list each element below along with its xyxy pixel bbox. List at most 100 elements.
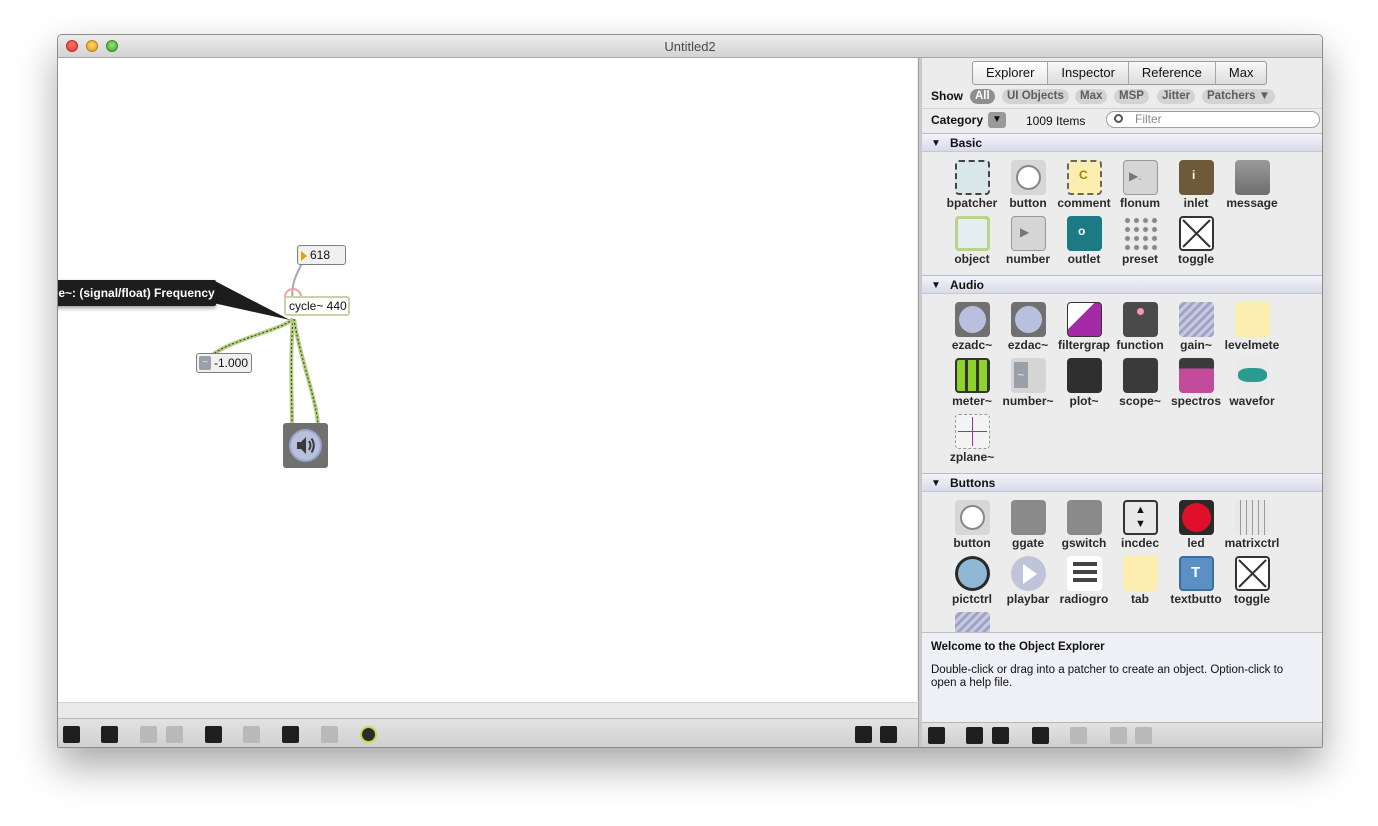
object-tile[interactable]: ~ number~ xyxy=(1000,357,1056,413)
show-label: Show xyxy=(931,89,963,103)
object-tile[interactable]: pictctrl xyxy=(944,555,1000,611)
object-tile[interactable]: scope~ xyxy=(1112,357,1168,413)
object-tile[interactable]: matrixctrl xyxy=(1224,499,1280,555)
audio-on-icon[interactable] xyxy=(360,726,377,743)
object-tile[interactable]: ▲ ▼ incdec xyxy=(1112,499,1168,555)
object-tile[interactable]: bpatcher xyxy=(944,159,1000,215)
object-tile[interactable]: gain~ xyxy=(1168,301,1224,357)
number-box-value: 618 xyxy=(310,248,331,262)
object-tile[interactable]: preset xyxy=(1112,215,1168,271)
horizontal-scrollbar[interactable] xyxy=(58,702,917,718)
object-tile[interactable]: function xyxy=(1112,301,1168,357)
object-tile-label: textbutto xyxy=(1170,592,1222,606)
object-tile[interactable]: button xyxy=(1000,159,1056,215)
number-box[interactable]: 618 xyxy=(297,245,346,265)
presentation-icon[interactable] xyxy=(205,726,222,743)
filter-max-button[interactable]: Max xyxy=(1075,89,1108,104)
object-tile[interactable]: radiogro xyxy=(1056,555,1112,611)
object-tile[interactable]: meter~ xyxy=(944,357,1000,413)
disclosure-triangle-icon: ▼ xyxy=(931,138,941,149)
patcher-canvas[interactable]: 618 cycle~ 440 ~ -1.000 cycle~: (signal/… xyxy=(58,58,917,702)
object-tile[interactable]: filtergrap xyxy=(1056,301,1112,357)
object-tile[interactable]: playbar xyxy=(1000,555,1056,611)
object-tile-label: led xyxy=(1187,536,1205,550)
section-basic-title: Basic xyxy=(950,136,983,150)
object-tile[interactable] xyxy=(944,611,1000,632)
object-tile[interactable]: led xyxy=(1168,499,1224,555)
patcher-window: Untitled2 618 cycle~ 440 ~ -1.000 le~: (… xyxy=(57,34,1323,748)
icon-view-icon[interactable] xyxy=(966,727,983,744)
object-tile[interactable]: zplane~ xyxy=(944,413,1000,469)
object-icon xyxy=(955,216,990,251)
gain-icon xyxy=(1179,302,1214,337)
object-tile[interactable]: ggate xyxy=(1000,499,1056,555)
menu-icon[interactable] xyxy=(1135,727,1152,744)
lock-icon[interactable] xyxy=(63,726,80,743)
object-tile-label: button xyxy=(1009,196,1047,210)
tab-inspector[interactable]: Inspector xyxy=(1048,62,1129,84)
object-tile[interactable]: toggle xyxy=(1168,215,1224,271)
new-object-icon[interactable] xyxy=(101,726,118,743)
object-tile[interactable]: i inlet xyxy=(1168,159,1224,215)
object-tile-label: levelmete xyxy=(1224,338,1280,352)
filter-ui-objects-button[interactable]: UI Objects xyxy=(1002,89,1069,104)
delete-icon[interactable] xyxy=(166,726,183,743)
object-tile-label: number xyxy=(1005,252,1050,266)
object-tile[interactable]: message xyxy=(1224,159,1280,215)
object-tile[interactable]: C comment xyxy=(1056,159,1112,215)
object-tile[interactable]: o outlet xyxy=(1056,215,1112,271)
cycle-object[interactable]: cycle~ 440 xyxy=(284,296,350,316)
signal-number-box[interactable]: ~ -1.000 xyxy=(196,353,252,373)
object-tile[interactable]: ezadc~ xyxy=(944,301,1000,357)
object-tile[interactable]: ▶ number xyxy=(1000,215,1056,271)
object-tile[interactable]: button xyxy=(944,499,1000,555)
section-buttons[interactable]: ▼ Buttons xyxy=(922,473,1322,492)
bottom-split-icon[interactable] xyxy=(855,726,872,743)
gswitch-icon xyxy=(1067,500,1102,535)
section-audio[interactable]: ▼ Audio xyxy=(922,275,1322,294)
tab-reference[interactable]: Reference xyxy=(1129,62,1216,84)
object-tile-label: gain~ xyxy=(1180,338,1212,352)
filter-patchers-button[interactable]: Patchers ▼ xyxy=(1202,89,1276,104)
object-tile[interactable]: gswitch xyxy=(1056,499,1112,555)
category-dropdown[interactable]: ▼ xyxy=(988,112,1006,128)
list-view-icon[interactable] xyxy=(992,727,1009,744)
object-tile-label: function xyxy=(1116,338,1164,352)
filter-jitter-button[interactable]: Jitter xyxy=(1157,89,1196,104)
object-tile[interactable]: ezdac~ xyxy=(1000,301,1056,357)
filter-all-button[interactable]: All xyxy=(970,89,995,104)
grid-icon[interactable] xyxy=(321,726,338,743)
speaker-icon xyxy=(297,437,315,454)
ezdac-object[interactable] xyxy=(283,423,328,468)
info-icon[interactable] xyxy=(243,726,260,743)
object-tile[interactable]: plot~ xyxy=(1056,357,1112,413)
info-pane: Welcome to the Object Explorer Double-cl… xyxy=(922,632,1322,723)
object-tile-label: button xyxy=(953,536,991,550)
tab-max[interactable]: Max xyxy=(1216,62,1267,84)
filter-msp-button[interactable]: MSP xyxy=(1114,89,1149,104)
title-bar[interactable]: Untitled2 xyxy=(58,35,1322,58)
object-tile[interactable]: object xyxy=(944,215,1000,271)
spectroscope-icon xyxy=(1179,358,1214,393)
section-buttons-title: Buttons xyxy=(950,476,996,490)
object-tile[interactable]: spectros xyxy=(1168,357,1224,413)
object-tile[interactable]: wavefor xyxy=(1224,357,1280,413)
gear-icon[interactable] xyxy=(928,727,945,744)
filter-search-input[interactable]: Filter xyxy=(1106,111,1320,128)
tab-icon xyxy=(1123,556,1158,591)
object-tile-label: wavefor xyxy=(1229,394,1275,408)
tab-explorer[interactable]: Explorer xyxy=(973,62,1049,84)
object-tile[interactable]: levelmete xyxy=(1224,301,1280,357)
connect-icon[interactable] xyxy=(140,726,157,743)
add-icon[interactable] xyxy=(1070,727,1087,744)
side-split-icon[interactable] xyxy=(880,726,897,743)
slider-icon[interactable] xyxy=(282,726,299,743)
help-icon[interactable] xyxy=(1110,727,1127,744)
object-tile[interactable]: T textbutto xyxy=(1168,555,1224,611)
object-tile[interactable]: tab xyxy=(1112,555,1168,611)
object-tile[interactable]: ▶. flonum xyxy=(1112,159,1168,215)
section-basic[interactable]: ▼ Basic xyxy=(922,133,1322,152)
object-tile[interactable]: toggle xyxy=(1224,555,1280,611)
eye-icon[interactable] xyxy=(1032,727,1049,744)
button-icon xyxy=(1011,160,1046,195)
